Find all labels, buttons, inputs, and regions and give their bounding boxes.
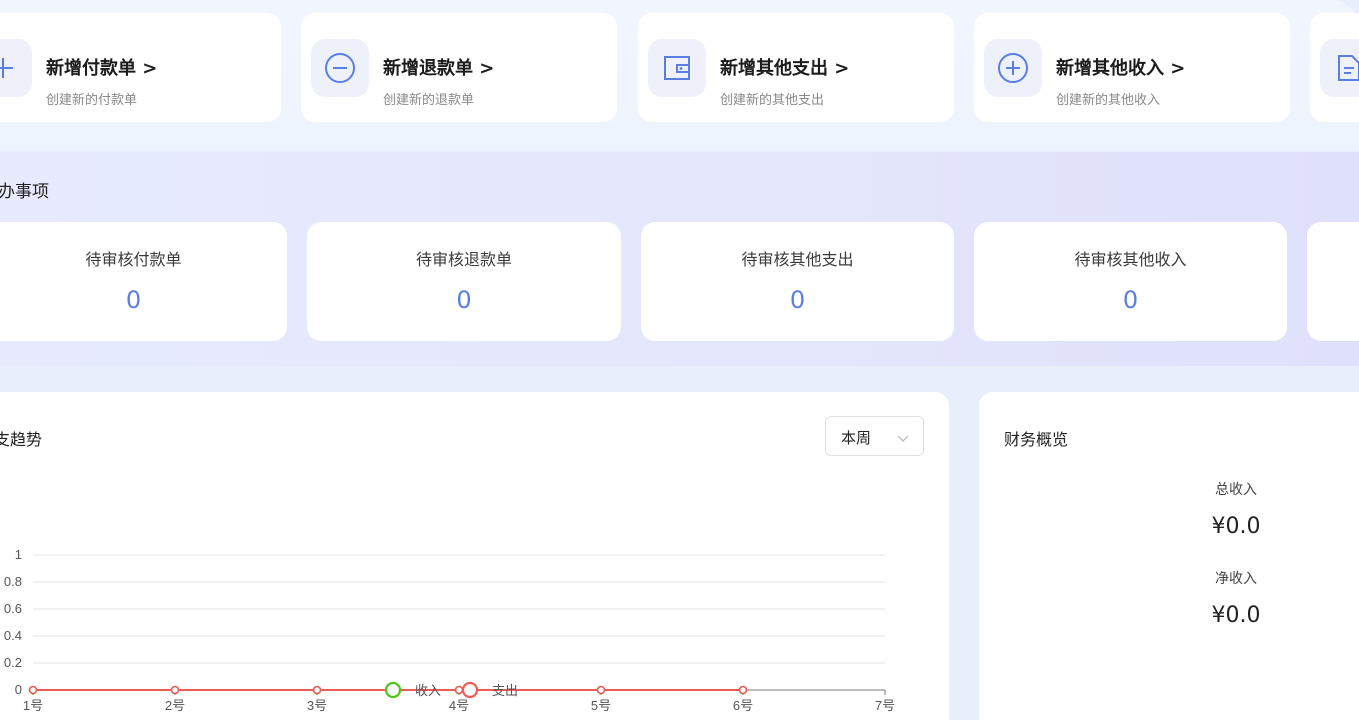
new-payment-subtitle: 创建新的付款单	[46, 93, 138, 108]
total-income-label: 总收入	[1215, 482, 1257, 498]
overview-title: 财务概览	[1004, 430, 1069, 449]
chevron-down-icon	[897, 429, 909, 448]
data-point-expense	[312, 685, 322, 695]
quick-action-card-5[interactable]	[1310, 13, 1359, 122]
new-refund-card[interactable]: 新增退款单 > 创建新的退款单	[301, 13, 617, 122]
todo-count: 0	[456, 286, 472, 314]
x-tick-label: 6号	[733, 698, 753, 713]
x-tick-label: 4号	[449, 698, 469, 713]
plus-circle-icon	[984, 39, 1042, 97]
period-select[interactable]: 本周	[825, 416, 924, 456]
todo-card-other-income[interactable]: 待审核其他收入 0	[974, 222, 1287, 341]
data-point-expense	[170, 685, 180, 695]
new-refund-title: 新增退款单 >	[383, 58, 495, 79]
wallet-icon	[648, 39, 706, 97]
y-tick-label: 0.6	[4, 601, 22, 616]
y-tick-label: 0	[15, 682, 22, 697]
document-icon	[1320, 39, 1359, 97]
y-tick-label: 0.2	[4, 655, 22, 670]
overview-card: 财务概览 总收入 ¥0.0 净收入 ¥0.0	[979, 392, 1359, 720]
net-income-value: ¥0.0	[1211, 603, 1261, 628]
data-point-expense	[738, 685, 748, 695]
new-other-income-card[interactable]: 新增其他收入 > 创建新的其他收入	[974, 13, 1290, 122]
todo-card-refund[interactable]: 待审核退款单 0	[307, 222, 621, 341]
todo-count: 0	[125, 286, 142, 314]
plus-icon	[0, 39, 32, 97]
todo-count: 0	[789, 286, 806, 314]
new-other-expense-subtitle: 创建新的其他支出	[720, 93, 825, 108]
new-refund-subtitle: 创建新的退款单	[383, 93, 475, 108]
todo-title: 办事项	[0, 182, 49, 202]
new-other-expense-card[interactable]: 新增其他支出 > 创建新的其他支出	[638, 13, 954, 122]
todo-label: 待审核退款单	[415, 250, 512, 269]
new-other-income-title: 新增其他收入 >	[1056, 58, 1186, 79]
new-payment-card[interactable]: 新增付款单 > 创建新的付款单	[0, 13, 281, 122]
period-select-value: 本周	[841, 429, 872, 447]
y-tick-label: 0.4	[4, 628, 22, 643]
todo-card-payment[interactable]: 待审核付款单 0	[0, 222, 287, 341]
data-point-expense	[28, 685, 38, 695]
data-point-expense	[596, 685, 606, 695]
trend-title: 支趋势	[0, 430, 43, 449]
legend-marker-income	[384, 681, 402, 699]
x-tick-label: 1号	[23, 698, 43, 713]
minus-circle-icon	[311, 39, 369, 97]
legend-marker-expense	[461, 681, 479, 699]
todo-card-5[interactable]	[1307, 222, 1359, 341]
y-tick-label: 0.8	[4, 574, 22, 589]
net-income-label: 净收入	[1215, 571, 1257, 587]
x-tick-label: 2号	[165, 698, 185, 713]
trend-chart: 0 0.2 0.4 0.6 0.8 1 1号 2号 3号 4号 5号 6号 7号 收入 支出	[4, 547, 895, 713]
todo-card-other-expense[interactable]: 待审核其他支出 0	[641, 222, 954, 341]
new-other-income-subtitle: 创建新的其他收入	[1056, 93, 1161, 108]
legend-label: 支出	[492, 683, 518, 698]
total-income-value: ¥0.0	[1211, 514, 1261, 539]
todo-count: 0	[1122, 286, 1139, 314]
todo-label: 待审核其他收入	[1074, 250, 1187, 269]
legend-label: 收入	[415, 683, 441, 698]
x-tick-label: 5号	[591, 698, 611, 713]
x-tick-label: 3号	[307, 698, 327, 713]
x-tick-label: 7号	[875, 698, 895, 713]
new-other-expense-title: 新增其他支出 >	[720, 58, 850, 79]
data-point-expense	[454, 685, 464, 695]
new-payment-title: 新增付款单 >	[46, 58, 158, 79]
todo-label: 待审核付款单	[85, 250, 182, 269]
todo-label: 待审核其他支出	[741, 250, 854, 269]
y-tick-label: 1	[15, 547, 22, 562]
